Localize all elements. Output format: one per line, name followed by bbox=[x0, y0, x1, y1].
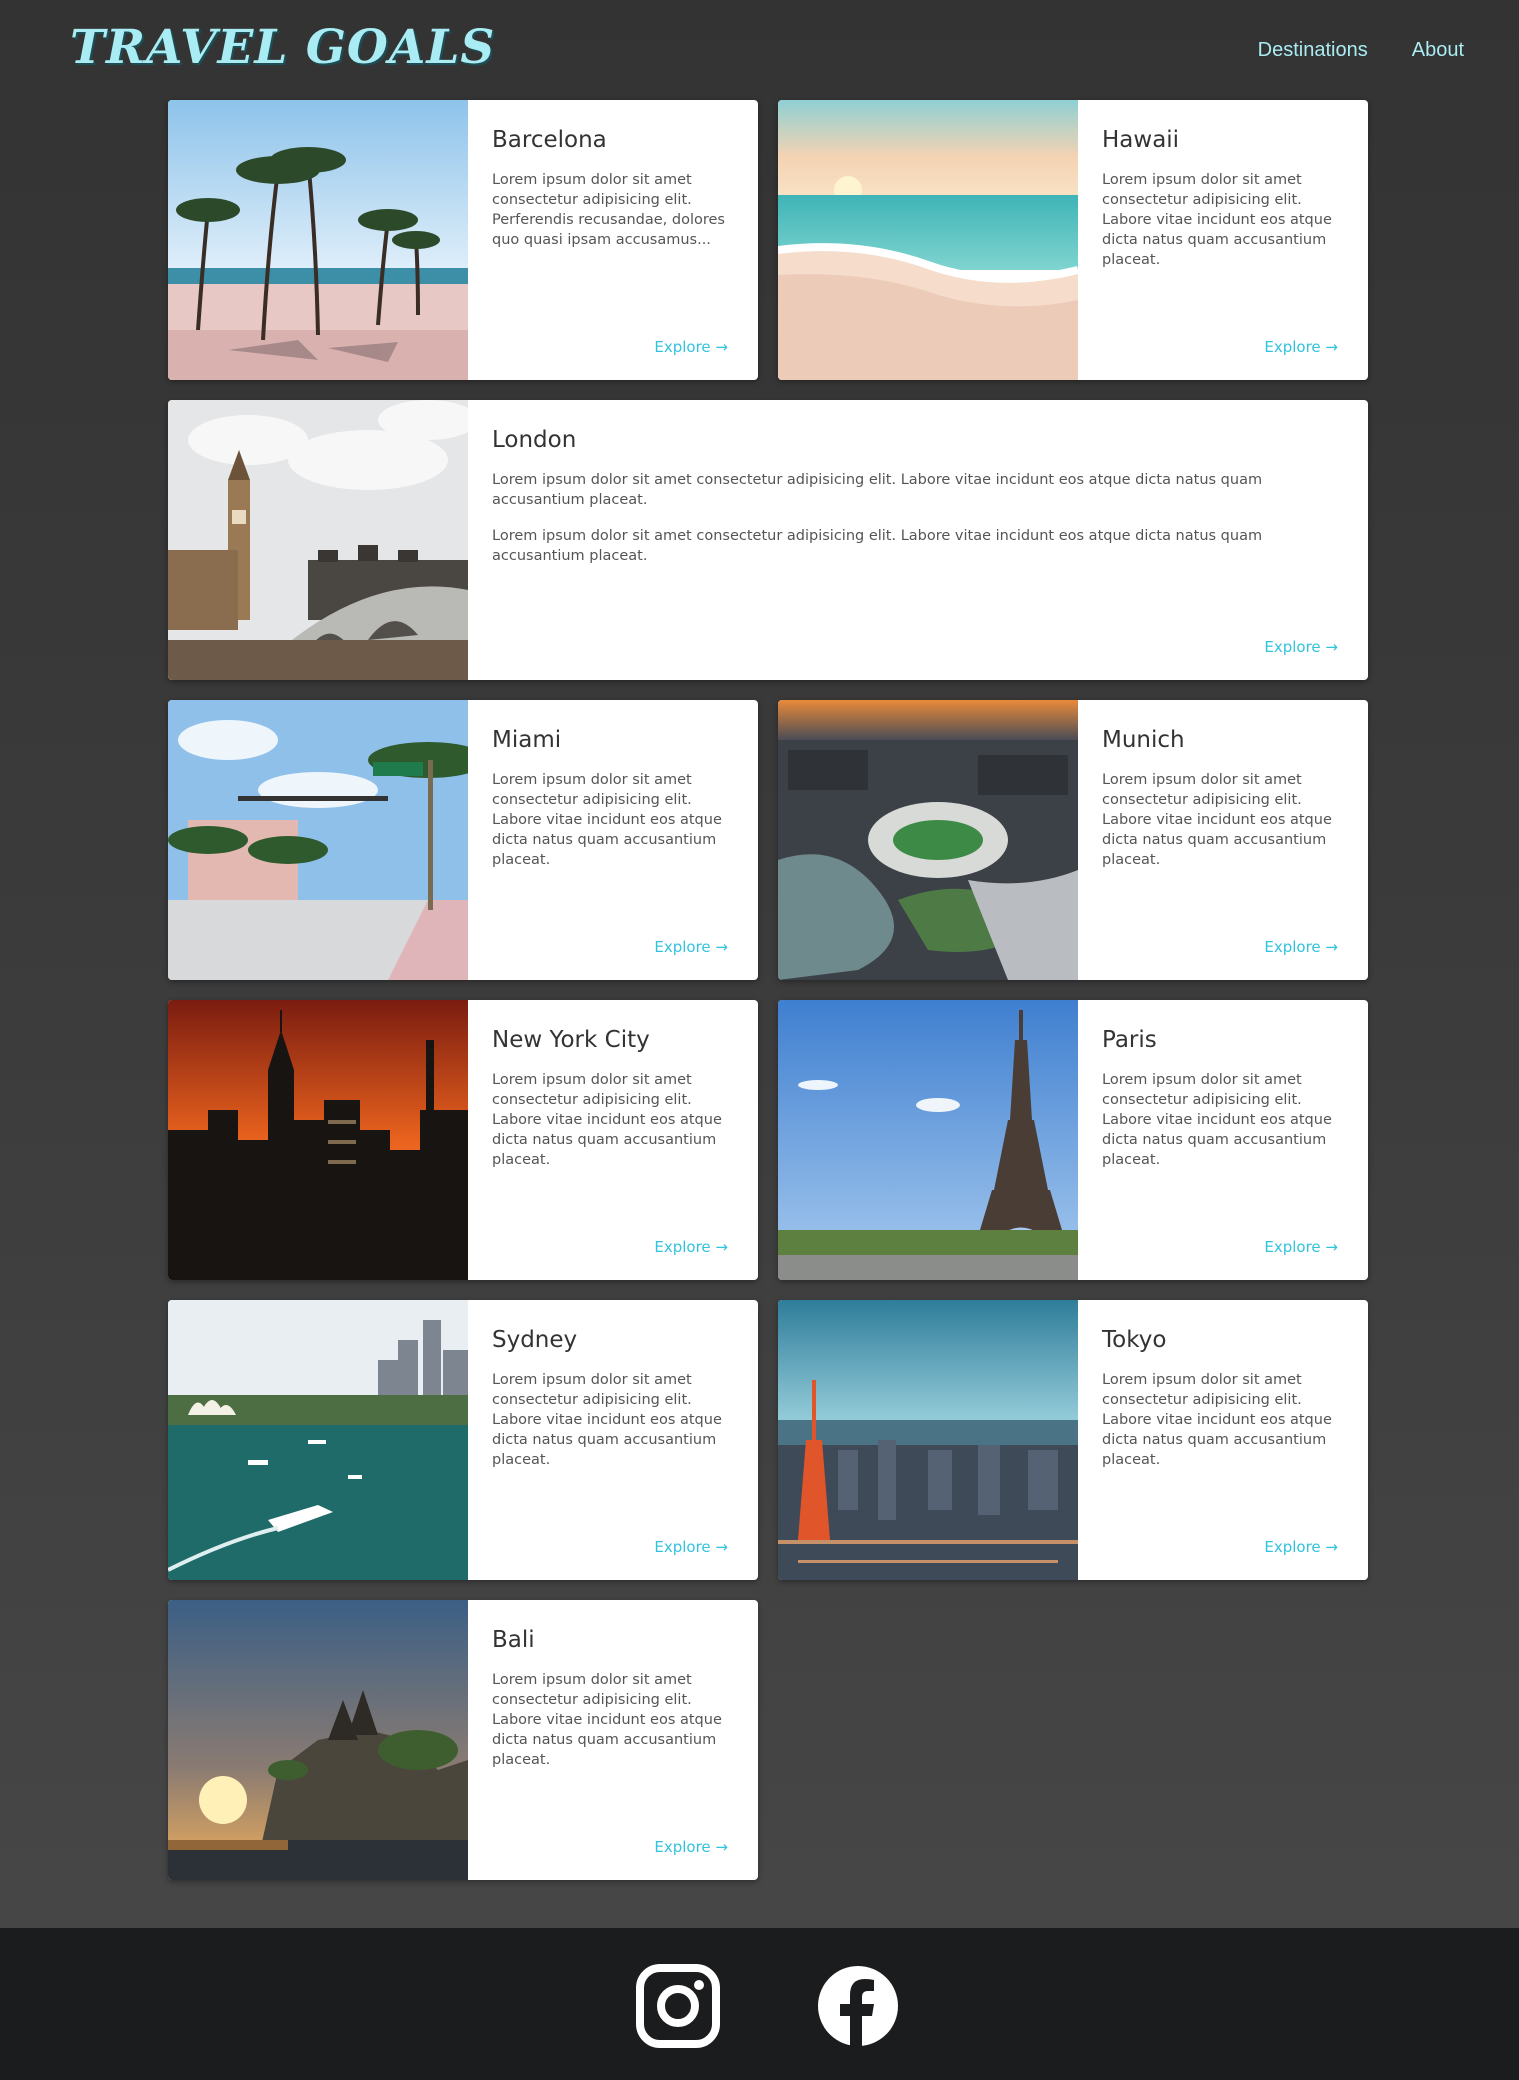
nav-destinations[interactable]: Destinations bbox=[1258, 34, 1368, 66]
card-body: Munich Lorem ipsum dolor sit amet consec… bbox=[1078, 700, 1368, 980]
main-nav: Destinations About bbox=[1258, 34, 1464, 66]
card-description: Lorem ipsum dolor sit amet consectetur a… bbox=[1102, 172, 1332, 268]
card-title: Tokyo bbox=[1102, 1327, 1167, 1353]
card-title: New York City bbox=[492, 1027, 650, 1053]
card-paris: Paris Lorem ipsum dolor sit amet consect… bbox=[778, 1000, 1368, 1280]
munich-image bbox=[778, 700, 1078, 980]
card-london: London Lorem ipsum dolor sit amet consec… bbox=[168, 400, 1368, 680]
nav-about[interactable]: About bbox=[1412, 34, 1464, 66]
card-description-2: Lorem ipsum dolor sit amet consectetur a… bbox=[492, 528, 1263, 564]
card-title: Miami bbox=[492, 727, 562, 753]
barcelona-image bbox=[168, 100, 468, 380]
card-body: Bali Lorem ipsum dolor sit amet consecte… bbox=[468, 1600, 758, 1880]
facebook-icon[interactable] bbox=[816, 1964, 900, 2048]
card-body: Hawaii Lorem ipsum dolor sit amet consec… bbox=[1078, 100, 1368, 380]
explore-link[interactable]: Explore → bbox=[1264, 338, 1338, 356]
card-description: Lorem ipsum dolor sit amet consectetur a… bbox=[1102, 772, 1332, 868]
card-description: Lorem ipsum dolor sit amet consectetur a… bbox=[492, 772, 722, 868]
card-description: Lorem ipsum dolor sit amet consectetur a… bbox=[1102, 1072, 1332, 1168]
card-title: Munich bbox=[1102, 727, 1185, 753]
card-barcelona: Barcelona Lorem ipsum dolor sit amet con… bbox=[168, 100, 758, 380]
card-title: Barcelona bbox=[492, 127, 607, 153]
card-body: London Lorem ipsum dolor sit amet consec… bbox=[468, 400, 1368, 680]
card-description: Lorem ipsum dolor sit amet consectetur a… bbox=[492, 172, 725, 248]
card-bali: Bali Lorem ipsum dolor sit amet consecte… bbox=[168, 1600, 758, 1880]
bali-image bbox=[168, 1600, 468, 1880]
site-logo[interactable]: TRAVEL GOALS bbox=[70, 18, 495, 78]
new-york-city-image bbox=[168, 1000, 468, 1280]
card-description: Lorem ipsum dolor sit amet consectetur a… bbox=[492, 1372, 722, 1468]
explore-link[interactable]: Explore → bbox=[654, 938, 728, 956]
card-title: Hawaii bbox=[1102, 127, 1180, 153]
card-title: Bali bbox=[492, 1627, 535, 1653]
card-miami: Miami Lorem ipsum dolor sit amet consect… bbox=[168, 700, 758, 980]
explore-link[interactable]: Explore → bbox=[654, 1538, 728, 1556]
card-title: London bbox=[492, 427, 577, 453]
explore-link[interactable]: Explore → bbox=[654, 338, 728, 356]
site-footer bbox=[0, 1928, 1519, 2080]
card-description: Lorem ipsum dolor sit amet consectetur a… bbox=[492, 1672, 722, 1768]
explore-link[interactable]: Explore → bbox=[654, 1838, 728, 1856]
tokyo-image bbox=[778, 1300, 1078, 1580]
card-description: Lorem ipsum dolor sit amet consectetur a… bbox=[492, 1072, 722, 1168]
card-new-york-city: New York City Lorem ipsum dolor sit amet… bbox=[168, 1000, 758, 1280]
card-hawaii: Hawaii Lorem ipsum dolor sit amet consec… bbox=[778, 100, 1368, 380]
card-body: New York City Lorem ipsum dolor sit amet… bbox=[468, 1000, 758, 1280]
explore-link[interactable]: Explore → bbox=[1264, 1538, 1338, 1556]
explore-link[interactable]: Explore → bbox=[1264, 638, 1338, 656]
card-body: Barcelona Lorem ipsum dolor sit amet con… bbox=[468, 100, 758, 380]
card-description: Lorem ipsum dolor sit amet consectetur a… bbox=[492, 472, 1263, 508]
london-image bbox=[168, 400, 468, 680]
card-body: Paris Lorem ipsum dolor sit amet consect… bbox=[1078, 1000, 1368, 1280]
site-header: TRAVEL GOALS Destinations About bbox=[0, 0, 1519, 100]
instagram-icon[interactable] bbox=[636, 1964, 720, 2048]
paris-image bbox=[778, 1000, 1078, 1280]
card-munich: Munich Lorem ipsum dolor sit amet consec… bbox=[778, 700, 1368, 980]
sydney-image bbox=[168, 1300, 468, 1580]
card-sydney: Sydney Lorem ipsum dolor sit amet consec… bbox=[168, 1300, 758, 1580]
card-body: Sydney Lorem ipsum dolor sit amet consec… bbox=[468, 1300, 758, 1580]
explore-link[interactable]: Explore → bbox=[1264, 938, 1338, 956]
hawaii-image bbox=[778, 100, 1078, 380]
card-tokyo: Tokyo Lorem ipsum dolor sit amet consect… bbox=[778, 1300, 1368, 1580]
card-body: Tokyo Lorem ipsum dolor sit amet consect… bbox=[1078, 1300, 1368, 1580]
explore-link[interactable]: Explore → bbox=[654, 1238, 728, 1256]
card-body: Miami Lorem ipsum dolor sit amet consect… bbox=[468, 700, 758, 980]
card-title: Paris bbox=[1102, 1027, 1157, 1053]
card-description: Lorem ipsum dolor sit amet consectetur a… bbox=[1102, 1372, 1332, 1468]
miami-image bbox=[168, 700, 468, 980]
explore-link[interactable]: Explore → bbox=[1264, 1238, 1338, 1256]
card-title: Sydney bbox=[492, 1327, 578, 1353]
